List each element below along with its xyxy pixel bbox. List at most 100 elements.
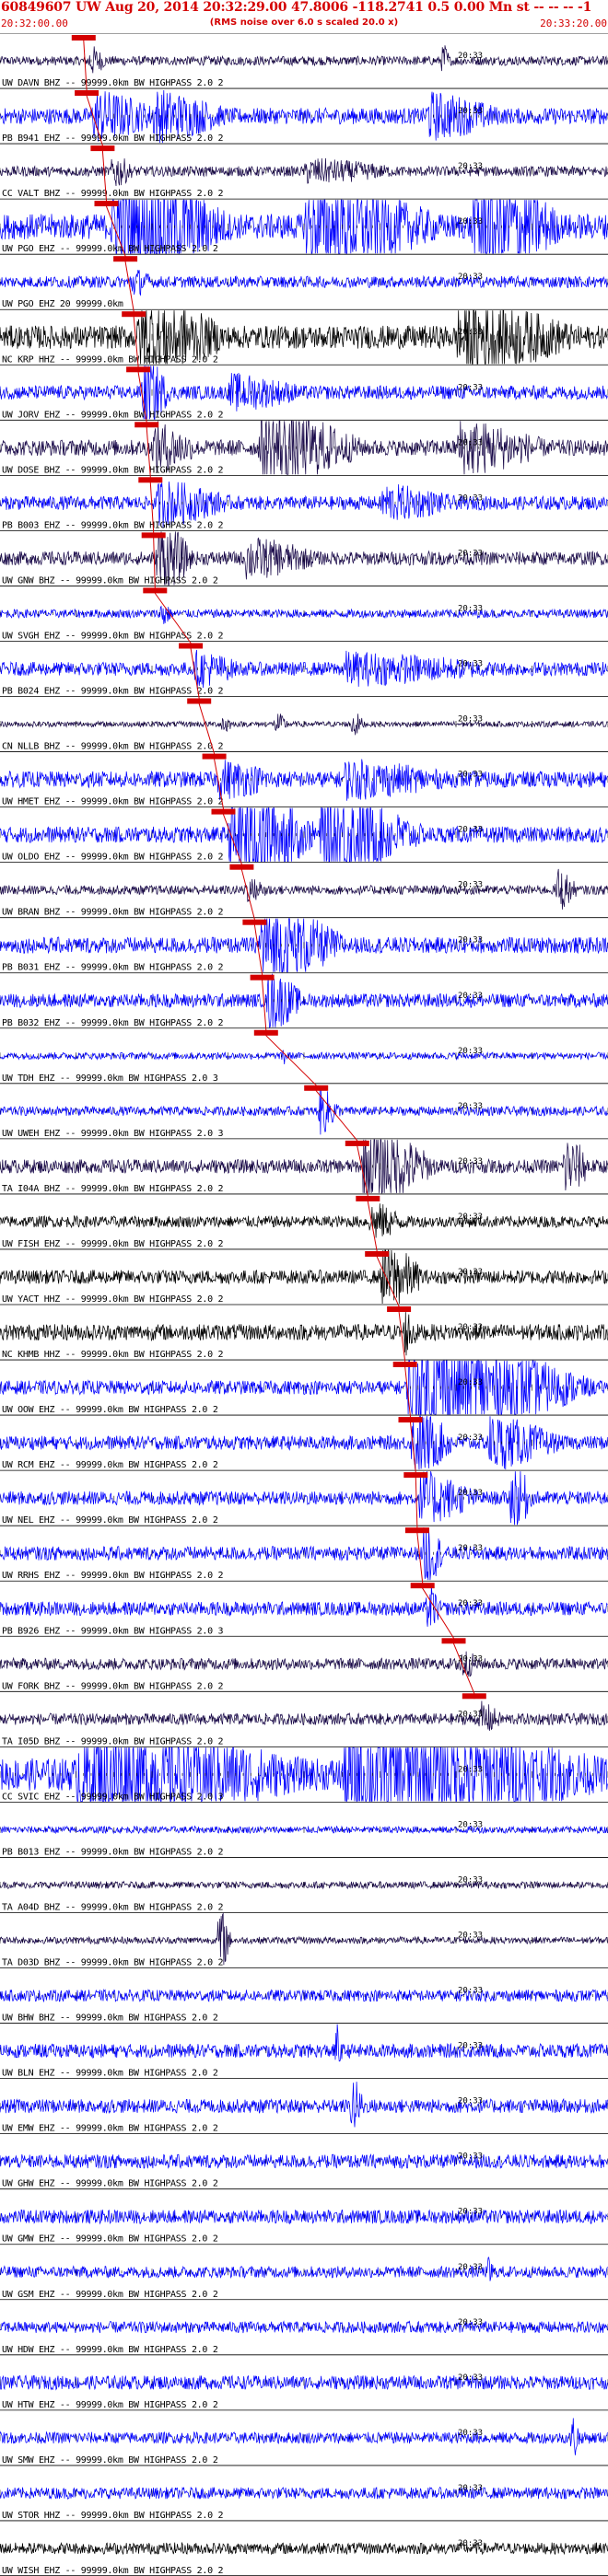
minute-mark-label: 20:33 <box>458 936 483 946</box>
minute-mark-label: 20:33 <box>458 1820 483 1829</box>
trace-label: UW HMET EHZ -- 99999.0km BW HIGHPASS 2.0… <box>2 797 224 807</box>
minute-mark-label: 20:33 <box>458 992 483 1001</box>
trace-label: CC VALT BHZ -- 99999.0km BW HIGHPASS 2.0… <box>2 189 224 199</box>
minute-mark-label: 20:33 <box>458 2097 483 2106</box>
minute-mark-label: 20:33 <box>458 2373 483 2383</box>
header: 60849607 UW Aug 20, 2014 20:32:29.00 47.… <box>0 0 608 33</box>
trace-label: UW NEL EHZ -- 99999.0km BW HIGHPASS 2.0 … <box>2 1515 218 1526</box>
minute-mark-label: 20:33 <box>458 2484 483 2493</box>
minute-mark-label: 20:33 <box>458 1213 483 1222</box>
minute-mark-label: 20:33 <box>458 1987 483 1996</box>
trace-label: CC SVIC EHZ -- 99999.0km BW HIGHPASS 2.0… <box>2 1792 224 1802</box>
minute-mark-label: 20:33 <box>458 438 483 447</box>
trace-label: UW JORV EHZ -- 99999.0km BW HIGHPASS 2.0… <box>2 410 224 420</box>
trace-label: PB B013 EHZ -- 99999.0km BW HIGHPASS 2.0… <box>2 1847 224 1857</box>
trace-label: UW RRHS EHZ -- 99999.0km BW HIGHPASS 2.0… <box>2 1571 224 1581</box>
minute-mark-label: 20:33 <box>458 881 483 890</box>
trace-label: UW OLDO EHZ -- 99999.0km BW HIGHPASS 2.0… <box>2 853 224 863</box>
trace-label: PB B941 EHZ -- 99999.0km BW HIGHPASS 2.0… <box>2 133 224 144</box>
minute-mark-label: 20:33 <box>458 2042 483 2051</box>
minute-mark-label: 20:33 <box>458 715 483 725</box>
trace-label: TA A04D BHZ -- 99999.0km BW HIGHPASS 2.0… <box>2 1903 224 1913</box>
trace-label: UW FISH EHZ -- 99999.0km BW HIGHPASS 2.0… <box>2 1239 224 1249</box>
minute-mark-label: 20:33 <box>458 217 483 226</box>
trace-label: TA D03D BHZ -- 99999.0km BW HIGHPASS 2.0… <box>2 1958 224 1968</box>
trace-label: PB B032 EHZ -- 99999.0km BW HIGHPASS 2.0… <box>2 1018 224 1028</box>
minute-mark-label: 20:33 <box>458 2152 483 2162</box>
trace-label: UW GHW EHZ -- 99999.0km BW HIGHPASS 2.0 … <box>2 2179 218 2189</box>
trace-label: UW EMW EHZ -- 99999.0km BW HIGHPASS 2.0 … <box>2 2124 218 2134</box>
event-title: 60849607 UW Aug 20, 2014 20:32:29.00 47.… <box>1 0 592 15</box>
pick-marker <box>71 35 96 41</box>
trace-label: UW BHW BHZ -- 99999.0km BW HIGHPASS 2.0 … <box>2 2013 218 2024</box>
trace-label: UW DOSE BHZ -- 99999.0km BW HIGHPASS 2.0… <box>2 465 224 475</box>
minute-mark-label: 20:33 <box>458 1268 483 1277</box>
minute-mark-label: 20:33 <box>458 2318 483 2327</box>
trace-label: UW GMW EHZ -- 99999.0km BW HIGHPASS 2.0 … <box>2 2234 218 2245</box>
time-ticks <box>0 1770 608 1778</box>
minute-mark-label: 20:33 <box>458 2263 483 2272</box>
trace-label: UW DAVN BHZ -- 99999.0km BW HIGHPASS 2.0… <box>2 78 224 88</box>
trace-label: UW GSM EHZ -- 99999.0km BW HIGHPASS 2.0 … <box>2 2290 218 2300</box>
minute-mark-label: 20:33 <box>458 162 483 171</box>
minute-mark-label: 20:33 <box>458 2208 483 2217</box>
minute-mark-label: 20:33 <box>458 1544 483 1553</box>
trace-label: UW PGO EHZ 20 99999.0km <box>2 299 123 309</box>
minute-mark-label: 20:33 <box>458 1599 483 1608</box>
minute-mark-label: 20:33 <box>458 1378 483 1387</box>
trace-label: UW YACT HHZ -- 99999.0km BW HIGHPASS 2.0… <box>2 1294 224 1305</box>
trace-label: UW SVGH EHZ -- 99999.0km BW HIGHPASS 2.0… <box>2 632 224 642</box>
trace-label: PB B024 EHZ -- 99999.0km BW HIGHPASS 2.0… <box>2 687 224 697</box>
minute-mark-label: 20:33 <box>458 493 483 503</box>
minute-mark-label: 20:33 <box>458 2429 483 2438</box>
trace-label: UW SMW EHZ -- 99999.0km BW HIGHPASS 2.0 … <box>2 2455 218 2466</box>
minute-mark-label: 20:33 <box>458 2539 483 2548</box>
waveform-trace <box>0 1700 608 1731</box>
trace-label: NC KRP HHZ -- 99999.0km BW HIGHPASS 2.0 … <box>2 354 218 365</box>
trace-label: UW TDH EHZ -- 99999.0km BW HIGHPASS 2.0 … <box>2 1073 218 1084</box>
trace-label: TA I05D BHZ -- 99999.0km BW HIGHPASS 2.0… <box>2 1736 224 1746</box>
trace-label: CN NLLB BHZ -- 99999.0km BW HIGHPASS 2.0… <box>2 742 224 752</box>
trace-label: PB B926 EHZ -- 99999.0km BW HIGHPASS 2.0… <box>2 1626 224 1636</box>
time-ticks <box>0 1826 608 1833</box>
trace-label: UW OOW EHZ -- 99999.0km BW HIGHPASS 2.0 … <box>2 1405 218 1415</box>
minute-mark-label: 20:33 <box>458 273 483 282</box>
trace-label: UW GNW BHZ -- 99999.0km BW HIGHPASS 2.0 … <box>2 575 218 586</box>
trace-label: PB B003 EHZ -- 99999.0km BW HIGHPASS 2.0… <box>2 520 224 530</box>
trace-label: UW RCM EHZ -- 99999.0km BW HIGHPASS 2.0 … <box>2 1460 218 1470</box>
minute-mark-label: 20:33 <box>458 1710 483 1719</box>
minute-mark-label: 20:33 <box>458 52 483 61</box>
minute-mark-label: 20:33 <box>458 826 483 835</box>
minute-mark-label: 20:33 <box>458 660 483 669</box>
trace-label: UW UWEH EHZ -- 99999.0km BW HIGHPASS 2.0… <box>2 1129 224 1139</box>
trace-label: TA I04A BHZ -- 99999.0km BW HIGHPASS 2.0… <box>2 1184 224 1194</box>
minute-mark-label: 20:33 <box>458 1876 483 1886</box>
trace-label: UW HTW EHZ -- 99999.0km BW HIGHPASS 2.0 … <box>2 2400 218 2410</box>
trace-label: NC KHMB HHZ -- 99999.0km BW HIGHPASS 2.0… <box>2 1350 224 1360</box>
trace-label: UW BRAN BHZ -- 99999.0km BW HIGHPASS 2.0… <box>2 908 224 918</box>
rms-note: (RMS noise over 6.0 s scaled 20.0 x) <box>209 17 399 28</box>
minute-mark-label: 20:33 <box>458 1932 483 1941</box>
seismogram-plot: 20:33 UW DAVN BHZ -- 99999.0km BW HIGHPAS… <box>0 33 608 2576</box>
minute-mark-label: 20:33 <box>458 1047 483 1056</box>
minute-mark-label: 20:33 <box>458 549 483 558</box>
minute-mark-label: 20:33 <box>458 771 483 780</box>
minute-mark-label: 20:33 <box>458 1102 483 1111</box>
minute-mark-label: 20:33 <box>458 383 483 392</box>
trace-label: UW BLN EHZ -- 99999.0km BW HIGHPASS 2.0 … <box>2 2069 218 2079</box>
trace-label: UW STOR HHZ -- 99999.0km BW HIGHPASS 2.0… <box>2 2511 224 2521</box>
trace-label: UW HDW EHZ -- 99999.0km BW HIGHPASS 2.0 … <box>2 2345 218 2355</box>
trace-label: UW PGO EHZ -- 99999.0km BW HIGHPASS 2.0 … <box>2 244 218 254</box>
trace-label: PB B031 EHZ -- 99999.0km BW HIGHPASS 2.0… <box>2 963 224 973</box>
minute-mark-label: 20:33 <box>458 1489 483 1498</box>
minute-mark-label: 20:33 <box>458 107 483 116</box>
trace-label: UW WISH EHZ -- 99999.0km BW HIGHPASS 2.0… <box>2 2566 224 2576</box>
waveform-trace <box>0 2024 608 2062</box>
minute-mark-label: 20:33 <box>458 1157 483 1166</box>
trace-label: UW FORK BHZ -- 99999.0km BW HIGHPASS 2.0… <box>2 1681 224 1691</box>
minute-mark-label: 20:33 <box>458 605 483 614</box>
end-time-label: 20:33:20.00 <box>540 17 607 29</box>
minute-mark-label: 20:33 <box>458 328 483 337</box>
minute-mark-label: 20:33 <box>458 1433 483 1443</box>
minute-mark-label: 20:33 <box>458 1323 483 1332</box>
